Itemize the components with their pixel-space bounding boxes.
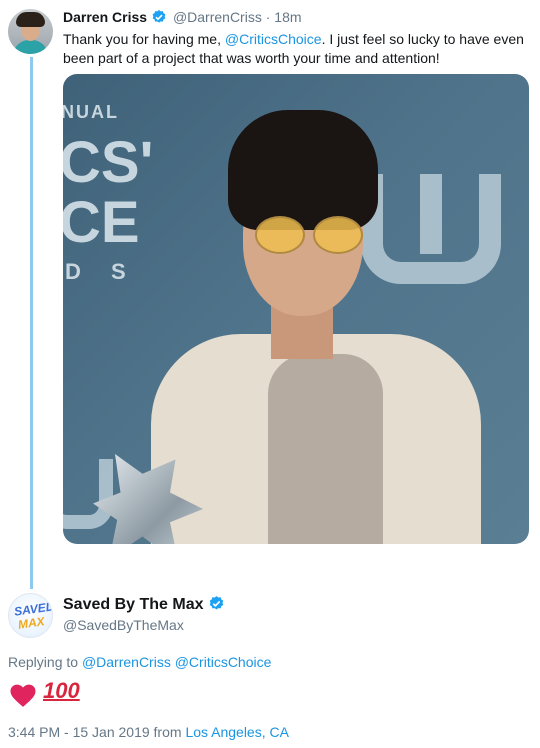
red-heart-icon (8, 680, 38, 713)
avatar[interactable]: SAVED MAX (8, 593, 53, 638)
replying-to-link[interactable]: @DarrenCriss (82, 654, 171, 670)
tweet-time[interactable]: 18m (274, 9, 301, 25)
author-handle[interactable]: @SavedByTheMax (63, 617, 184, 633)
replying-to: Replying to @DarrenCriss @CriticsChoice (8, 654, 272, 670)
tweet-text: Thank you for having me, @CriticsChoice.… (63, 31, 524, 66)
thread-connector-line (30, 57, 33, 589)
backdrop-text: D S (65, 259, 138, 284)
sunglasses-left-lens (255, 216, 305, 254)
backdrop-text: NUAL (63, 102, 119, 122)
person-hair (228, 110, 378, 230)
author-name[interactable]: Saved By The Max (63, 596, 204, 613)
hundred-points-icon: 100 (43, 678, 80, 703)
author-name[interactable]: Darren Criss (63, 9, 147, 25)
location-link[interactable]: Los Angeles, CA (185, 724, 289, 740)
tweet-metadata: 3:44 PM - 15 Jan 2019 from Los Angeles, … (8, 724, 289, 740)
sunglasses-right-lens (313, 216, 363, 254)
backdrop-text: CS' (63, 130, 154, 195)
timestamp[interactable]: 3:44 PM - 15 Jan 2019 (8, 724, 150, 740)
author-handle[interactable]: @DarrenCriss (173, 9, 262, 25)
replying-to-link[interactable]: @CriticsChoice (175, 654, 272, 670)
header-separator: · (265, 9, 271, 25)
verified-badge-icon (208, 595, 225, 617)
verified-badge-icon (151, 9, 167, 28)
backdrop-text: CE (63, 190, 140, 255)
tweet-header: Darren Criss @DarrenCriss · 18m (63, 9, 302, 28)
reply-author-row: Saved By The Max (63, 595, 227, 617)
mention-link[interactable]: @CriticsChoice (225, 31, 322, 47)
person-shirt (268, 354, 383, 544)
avatar[interactable] (8, 9, 53, 54)
tweet-photo[interactable]: NUAL CS' CE D S (63, 74, 529, 544)
cw-logo-small (63, 459, 113, 529)
